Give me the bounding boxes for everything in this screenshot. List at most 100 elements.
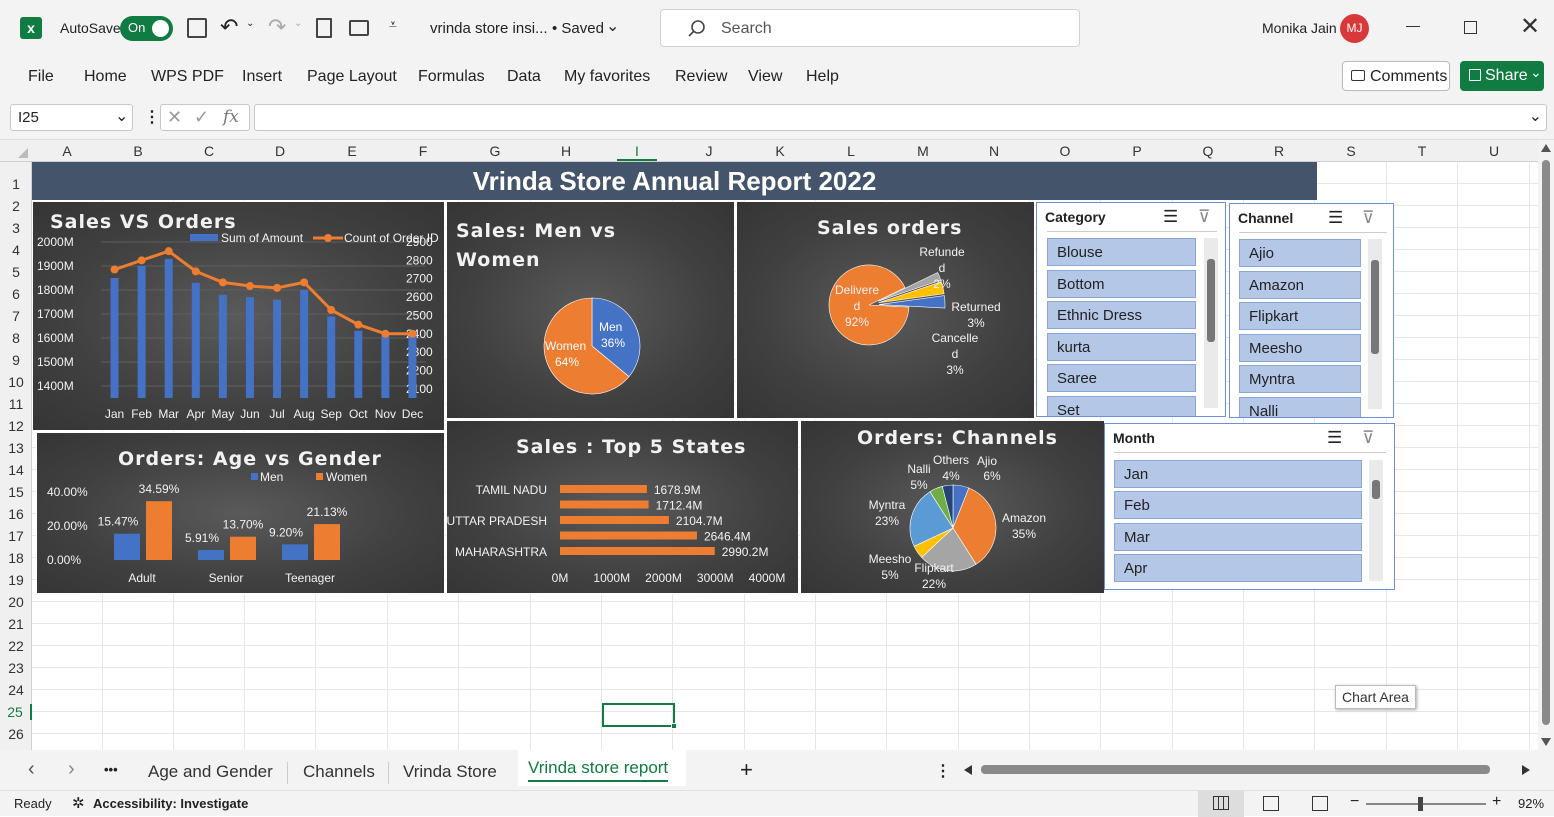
search-box[interactable]: Search (660, 9, 1080, 47)
chevron-down-icon[interactable]: ⌄ (115, 106, 128, 126)
column-header-j[interactable]: J (689, 143, 729, 159)
slicer-month[interactable]: Month ☰ ⊽ Jan Feb Mar Apr (1104, 423, 1395, 590)
multi-select-icon[interactable]: ☰ (1328, 208, 1343, 228)
row-header-15[interactable]: 15 (0, 484, 32, 500)
tab-wps-pdf[interactable]: WPS PDF (151, 68, 224, 86)
row-header-16[interactable]: 16 (0, 506, 32, 522)
tab-page-layout[interactable]: Page Layout (307, 68, 397, 86)
slicer-item[interactable]: Set (1047, 396, 1196, 416)
chart-orders-channels[interactable]: Orders: Channels Ajio 6% Amazon 35% Flipkart… (800, 420, 1105, 594)
minimize-icon[interactable] (1406, 26, 1420, 27)
tab-home[interactable]: Home (84, 68, 127, 86)
undo-dropdown-icon[interactable]: ⌄ (246, 18, 254, 29)
column-header-r[interactable]: R (1259, 143, 1299, 159)
zoom-level[interactable]: 92% (1518, 796, 1544, 811)
chevron-down-icon[interactable]: ⌄ (606, 16, 619, 36)
slicer-item[interactable]: Saree (1047, 364, 1196, 392)
slicer-item[interactable]: Ethnic Dress (1047, 301, 1196, 329)
page-break-view-icon[interactable] (1312, 796, 1328, 811)
zoom-slider-thumb[interactable] (1418, 797, 1423, 811)
cancel-icon[interactable]: ✕ (167, 107, 182, 128)
zoom-slider[interactable] (1366, 797, 1486, 811)
row-header-9[interactable]: 9 (0, 352, 32, 368)
next-sheet-icon[interactable]: › (68, 758, 75, 781)
row-header-1[interactable]: 1 (0, 176, 32, 192)
slicer-item[interactable]: kurta (1047, 333, 1196, 361)
vertical-scroll-thumb[interactable] (1542, 160, 1550, 725)
row-header-17[interactable]: 17 (0, 528, 32, 544)
chart-orders-age-gender[interactable]: Orders: Age vs Gender 0.00% 20.00% 40.00% 1… (36, 432, 445, 594)
tab-my-favorites[interactable]: My favorites (564, 68, 650, 86)
insert-function-icon[interactable]: fx (223, 107, 239, 127)
column-header-f[interactable]: F (403, 143, 443, 159)
row-header-23[interactable]: 23 (0, 660, 32, 676)
chart-sales-men-women[interactable]: Sales: Men vs Women Men 36% Women 64% (446, 201, 735, 419)
multi-select-icon[interactable]: ☰ (1163, 207, 1178, 227)
tab-insert[interactable]: Insert (242, 68, 282, 86)
row-header-5[interactable]: 5 (0, 264, 32, 280)
zoom-out-icon[interactable]: − (1350, 793, 1359, 811)
slicer-item[interactable]: Myntra (1239, 365, 1361, 393)
slicer-category[interactable]: Category ☰ ⊽ Blouse Bottom Ethnic Dress … (1036, 202, 1226, 417)
page-layout-view-icon[interactable] (1263, 796, 1279, 811)
row-header-11[interactable]: 11 (0, 396, 32, 412)
row-header-26[interactable]: 26 (0, 726, 32, 742)
row-header-19[interactable]: 19 (0, 572, 32, 588)
tab-review[interactable]: Review (675, 68, 727, 86)
slicer-scroll-thumb[interactable] (1372, 480, 1380, 499)
row-header-12[interactable]: 12 (0, 418, 32, 434)
scroll-up-icon[interactable] (1541, 144, 1551, 152)
column-header-o[interactable]: O (1045, 143, 1085, 159)
chart-sales-top-5-states[interactable]: Sales : Top 5 States 0M 1000M 2000M 3000M 40… (446, 420, 799, 594)
row-header-22[interactable]: 22 (0, 638, 32, 654)
multi-select-icon[interactable]: ☰ (1327, 428, 1342, 448)
expand-formula-icon[interactable]: ⌄ (1529, 106, 1542, 126)
slicer-scrollbar[interactable] (1369, 460, 1383, 581)
file-name[interactable]: vrinda store insi... (430, 20, 548, 37)
autosave-toggle[interactable]: On (120, 16, 173, 41)
column-header-m[interactable]: M (903, 143, 943, 159)
fill-handle[interactable] (671, 723, 677, 729)
close-icon[interactable]: ✕ (1520, 12, 1540, 41)
slicer-item[interactable]: Blouse (1047, 238, 1196, 266)
enter-icon[interactable]: ✓ (194, 107, 209, 128)
slicer-item[interactable]: Meesho (1239, 334, 1361, 362)
horizontal-scroll-thumb[interactable] (981, 765, 1490, 774)
column-header-p[interactable]: P (1117, 143, 1157, 159)
slicer-scroll-thumb[interactable] (1371, 260, 1379, 354)
row-header-20[interactable]: 20 (0, 594, 32, 610)
redo-dropdown-icon[interactable]: ⌄ (294, 18, 302, 29)
report-banner[interactable]: Vrinda Store Annual Report 2022 (32, 162, 1317, 200)
row-header-18[interactable]: 18 (0, 550, 32, 566)
row-header-14[interactable]: 14 (0, 462, 32, 478)
slicer-item[interactable]: Bottom (1047, 270, 1196, 298)
zoom-in-icon[interactable]: + (1492, 793, 1501, 811)
chart-sales-vs-orders[interactable]: Sales VS Orders 1400M 1500M 1600M 1700M 1800… (32, 201, 445, 431)
column-header-b[interactable]: B (118, 143, 158, 159)
more-options-icon[interactable]: ⋮ (144, 107, 160, 127)
clear-filter-icon[interactable]: ⊽ (1362, 428, 1374, 448)
clear-filter-icon[interactable]: ⊽ (1198, 207, 1210, 227)
column-header-g[interactable]: G (475, 143, 515, 159)
row-header-4[interactable]: 4 (0, 242, 32, 258)
column-header-k[interactable]: K (760, 143, 800, 159)
new-file-icon[interactable] (316, 18, 332, 38)
row-header-24[interactable]: 24 (0, 682, 32, 698)
slicer-item[interactable]: Jan (1114, 460, 1362, 488)
chart-sales-orders[interactable]: Sales orders Delivere d 92% Refunde d 2% Retur… (736, 201, 1035, 419)
customize-toolbar-icon[interactable]: ⩡ (389, 16, 397, 33)
tab-data[interactable]: Data (507, 68, 541, 86)
row-header-10[interactable]: 10 (0, 374, 32, 390)
column-header-a[interactable]: A (47, 143, 87, 159)
accessibility-icon[interactable]: ✲ (72, 794, 85, 812)
row-header-3[interactable]: 3 (0, 220, 32, 236)
name-box[interactable]: I25 ⌄ (10, 104, 133, 131)
slicer-item[interactable]: Mar (1114, 523, 1362, 551)
selected-cell[interactable] (602, 703, 675, 727)
restore-icon[interactable] (1464, 21, 1477, 34)
tab-help[interactable]: Help (806, 68, 839, 86)
row-header-13[interactable]: 13 (0, 440, 32, 456)
normal-view-icon[interactable] (1198, 791, 1244, 817)
tab-options-icon[interactable]: ⋮ (935, 761, 951, 781)
share-button[interactable]: Share ⌄ (1460, 61, 1544, 91)
